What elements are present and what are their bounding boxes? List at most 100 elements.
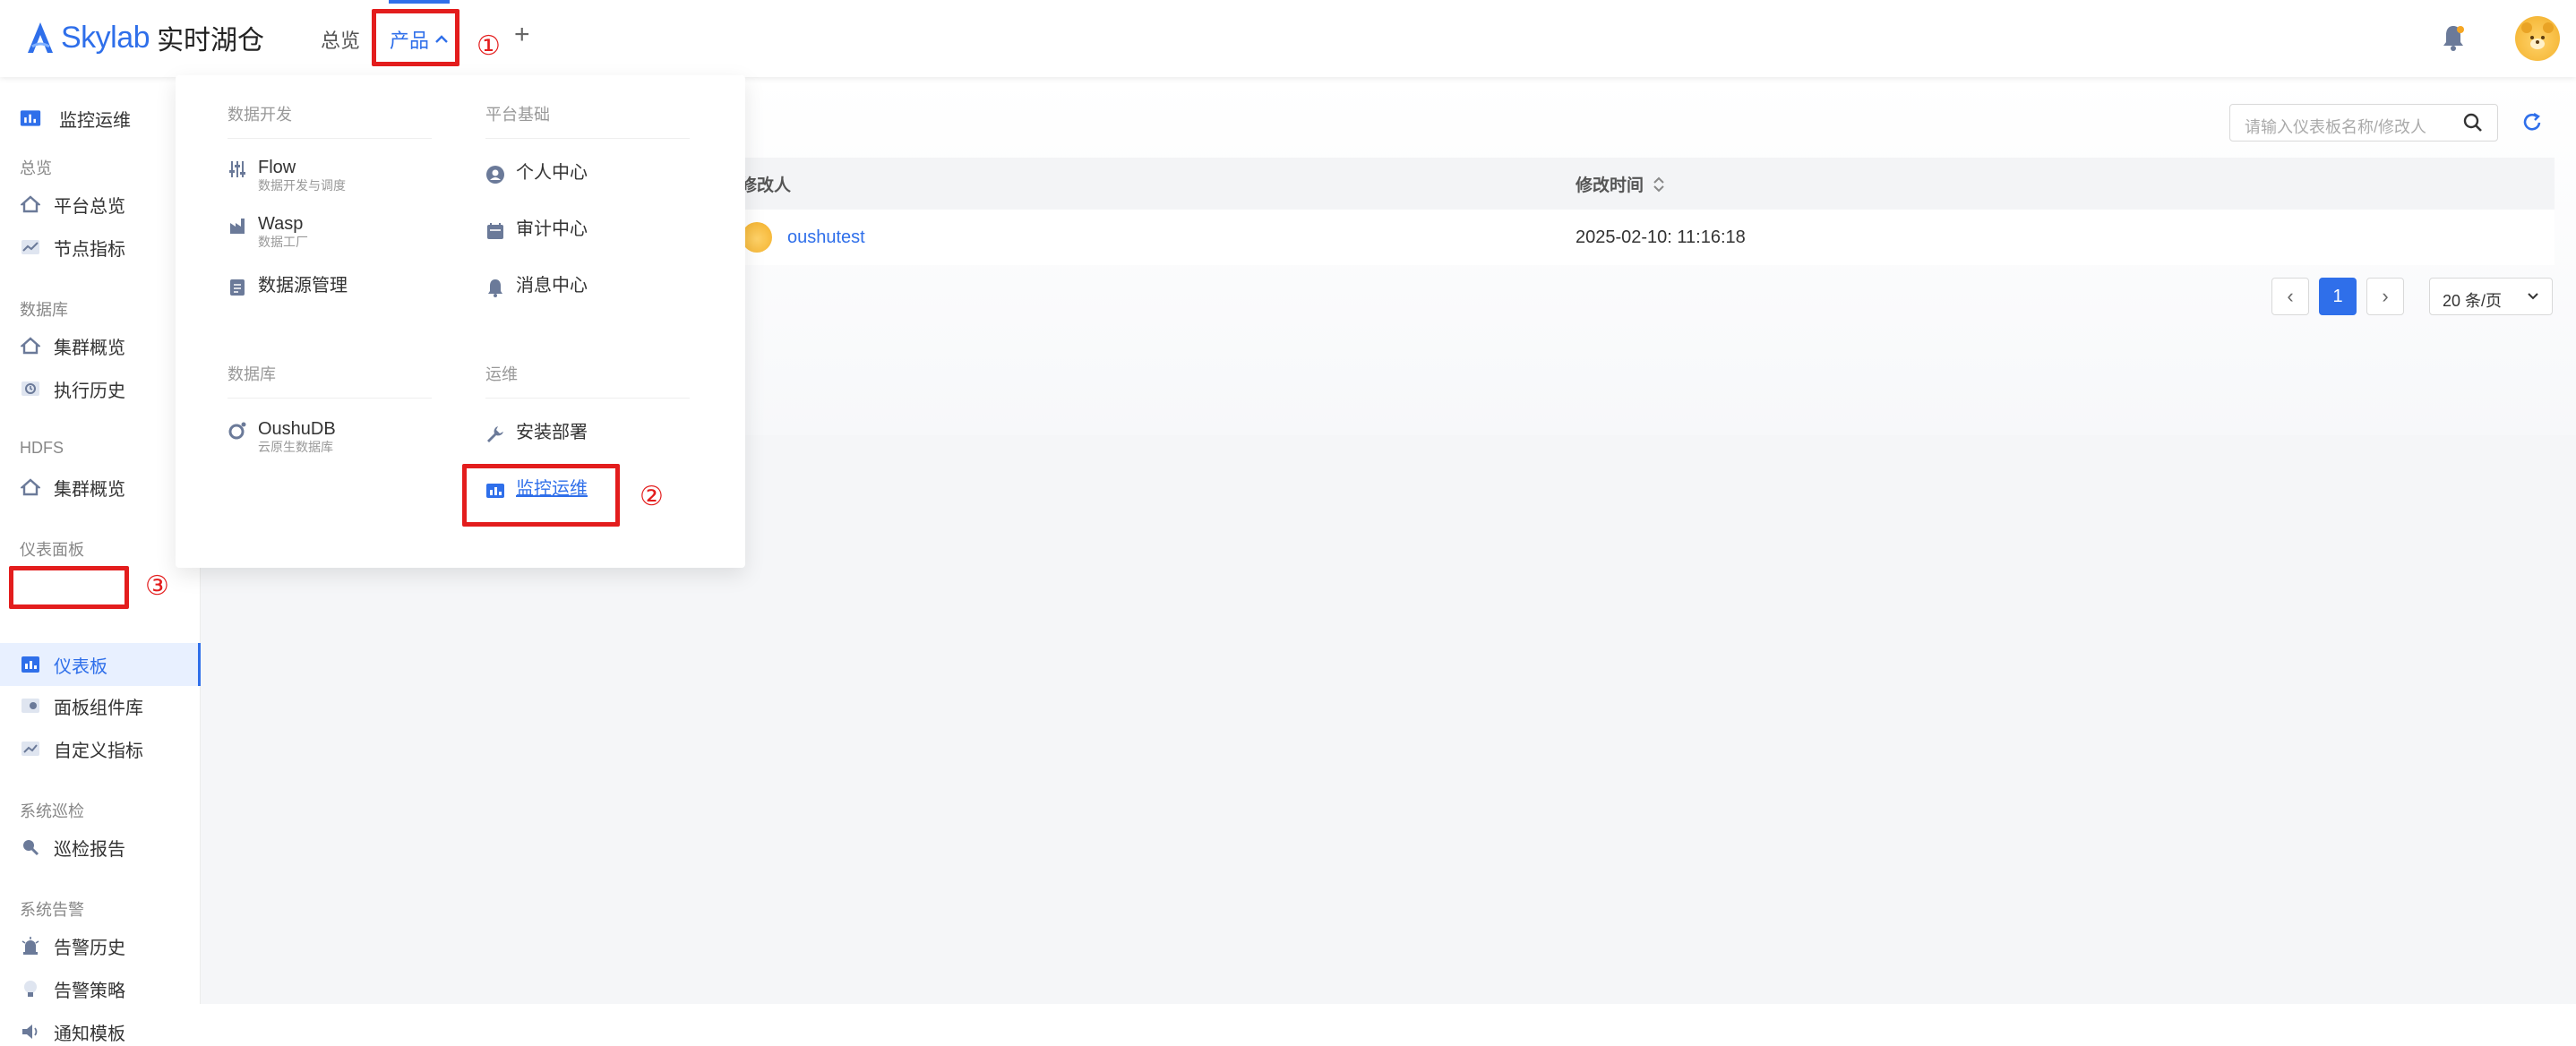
wrench-icon [487,426,503,442]
sidebar-item-hdfs-cluster[interactable]: 集群概览 [20,473,125,502]
sidebar-item-label: 告警历史 [54,938,125,958]
siren-icon [20,935,41,956]
row-modifier[interactable]: oushutest [787,227,865,248]
home-icon [20,193,41,215]
group-database: 数据库 [20,301,68,319]
dropdown-item-oushudb[interactable]: OushuDB 云原生数据库 [228,419,336,455]
dropdown-section-db: 数据库 [228,365,276,383]
dropdown-item-title: OushuDB [258,419,336,439]
group-inspection: 系统巡检 [20,802,84,820]
user-circle-icon [486,166,504,184]
annotation-number-3: ③ [145,570,169,602]
bulb-icon [20,978,41,999]
dropdown-item-title: 消息中心 [516,276,588,296]
sidebar-item-alert-history[interactable]: 告警历史 [20,931,125,960]
sidebar-item-dashboard[interactable]: 仪表板 [20,650,107,679]
sidebar-item-exec-history[interactable]: 执行历史 [20,374,125,403]
sidebar-item-panel-lib[interactable]: 面板组件库 [20,691,143,720]
bear-face-icon [2521,22,2554,49]
sidebar-item-label: 节点指标 [54,239,125,260]
sidebar-title-monitor[interactable]: 监控运维 [20,104,131,133]
sidebar-item-notify-template[interactable]: 通知模板 [20,1017,125,1046]
dropdown-item-title: 安装部署 [516,423,588,442]
history-icon [20,378,41,399]
sidebar-item-label: 平台总览 [54,196,125,217]
sidebar-item-label: 巡检报告 [54,839,125,860]
line-chart-icon [20,236,41,258]
dropdown-item-title: 个人中心 [516,163,588,183]
dropdown-item-subtitle: 数据工厂 [258,235,308,249]
dropdown-item-title: Wasp [258,214,304,234]
group-alert: 系统告警 [20,901,84,919]
page-size-select[interactable]: 20 条/页 [2429,278,2553,315]
user-avatar[interactable] [2515,16,2560,61]
sidebar-item-node-metrics[interactable]: 节点指标 [20,233,125,262]
flow-sliders-icon [229,161,245,177]
divider [228,398,432,399]
sort-icon[interactable] [1653,176,1665,193]
left-sidebar: 监控运维 总览 平台总览 节点指标 数据库 集群概览 执行历史 HDFS 集群概… [0,77,201,1044]
dropdown-item-install[interactable]: 安装部署 [485,423,588,444]
divider [485,138,690,139]
annotation-number-1: ① [477,30,501,62]
divider [485,398,690,399]
search-icon[interactable] [2461,111,2485,134]
sidebar-item-label: 仪表板 [54,656,107,677]
custom-metric-icon [20,738,41,759]
group-hdfs: HDFS [20,439,64,457]
page-size-label: 20 条/页 [2443,292,2503,310]
dropdown-item-wasp[interactable]: Wasp 数据工厂 [228,214,308,250]
dashboard-icon [20,654,41,675]
dropdown-item-audit[interactable]: 审计中心 [485,219,588,241]
sidebar-item-label: 集群概览 [54,479,125,500]
home-icon [20,335,41,356]
annotation-box-1 [372,9,459,66]
logo-subtitle: 实时湖仓 [157,26,265,56]
chevron-right-icon: › [2382,285,2389,307]
chevron-left-icon: ‹ [2287,285,2294,307]
sidebar-item-inspection-report[interactable]: 巡检报告 [20,833,125,862]
dropdown-item-subtitle: 云原生数据库 [258,440,333,454]
dropdown-item-title: Flow [258,158,296,177]
dropdown-item-subtitle: 数据开发与调度 [258,178,346,193]
speaker-icon [20,1021,41,1042]
sidebar-item-db-cluster[interactable]: 集群概览 [20,331,125,360]
pager-prev-button[interactable]: ‹ [2271,278,2309,315]
search-input[interactable]: 请输入仪表板名称/修改人 [2229,104,2498,141]
search-placeholder: 请输入仪表板名称/修改人 [2245,118,2426,136]
sidebar-item-label: 集群概览 [54,338,125,358]
dropdown-section-platform: 平台基础 [485,106,550,124]
column-header-modifier: 修改人 [740,176,792,195]
sidebar-item-label: 面板组件库 [54,698,143,718]
add-tab-button[interactable]: + [514,20,530,50]
divider [228,138,432,139]
sidebar-item-label: 告警策略 [54,981,125,1001]
factory-icon [230,219,245,234]
dropdown-item-flow[interactable]: Flow 数据开发与调度 [228,158,346,193]
pager-current-page[interactable]: 1 [2319,278,2357,315]
dropdown-item-datasource[interactable]: 数据源管理 [228,276,348,297]
logo-text: Skylab [61,20,150,55]
sidebar-item-label: 执行历史 [54,381,125,401]
refresh-icon[interactable] [2520,111,2544,134]
dropdown-item-message[interactable]: 消息中心 [485,276,588,297]
dropdown-item-title: 数据源管理 [258,276,348,296]
sidebar-item-custom-metrics[interactable]: 自定义指标 [20,734,143,763]
column-header-modified-time[interactable]: 修改时间 [1576,172,1665,196]
monitor-chart-icon [20,107,41,129]
dropdown-item-personal[interactable]: 个人中心 [485,163,588,184]
group-dashboard: 仪表面板 [20,541,84,559]
document-icon [230,279,245,296]
row-modified-time: 2025-02-10: 11:16:18 [1576,227,1746,247]
calendar-icon [487,223,503,239]
bell-icon[interactable] [2440,23,2467,52]
sidebar-item-platform-overview[interactable]: 平台总览 [20,190,125,219]
bell-icon [488,279,502,297]
oushudb-icon [228,422,246,440]
sidebar-item-label: 通知模板 [54,1024,125,1044]
logo[interactable]: Skylab 实时湖仓 [25,18,264,57]
nav-overview[interactable]: 总览 [321,25,360,54]
pager-next-button[interactable]: › [2366,278,2404,315]
sidebar-item-alert-policy[interactable]: 告警策略 [20,974,125,1003]
sidebar-item-label: 自定义指标 [54,741,143,761]
